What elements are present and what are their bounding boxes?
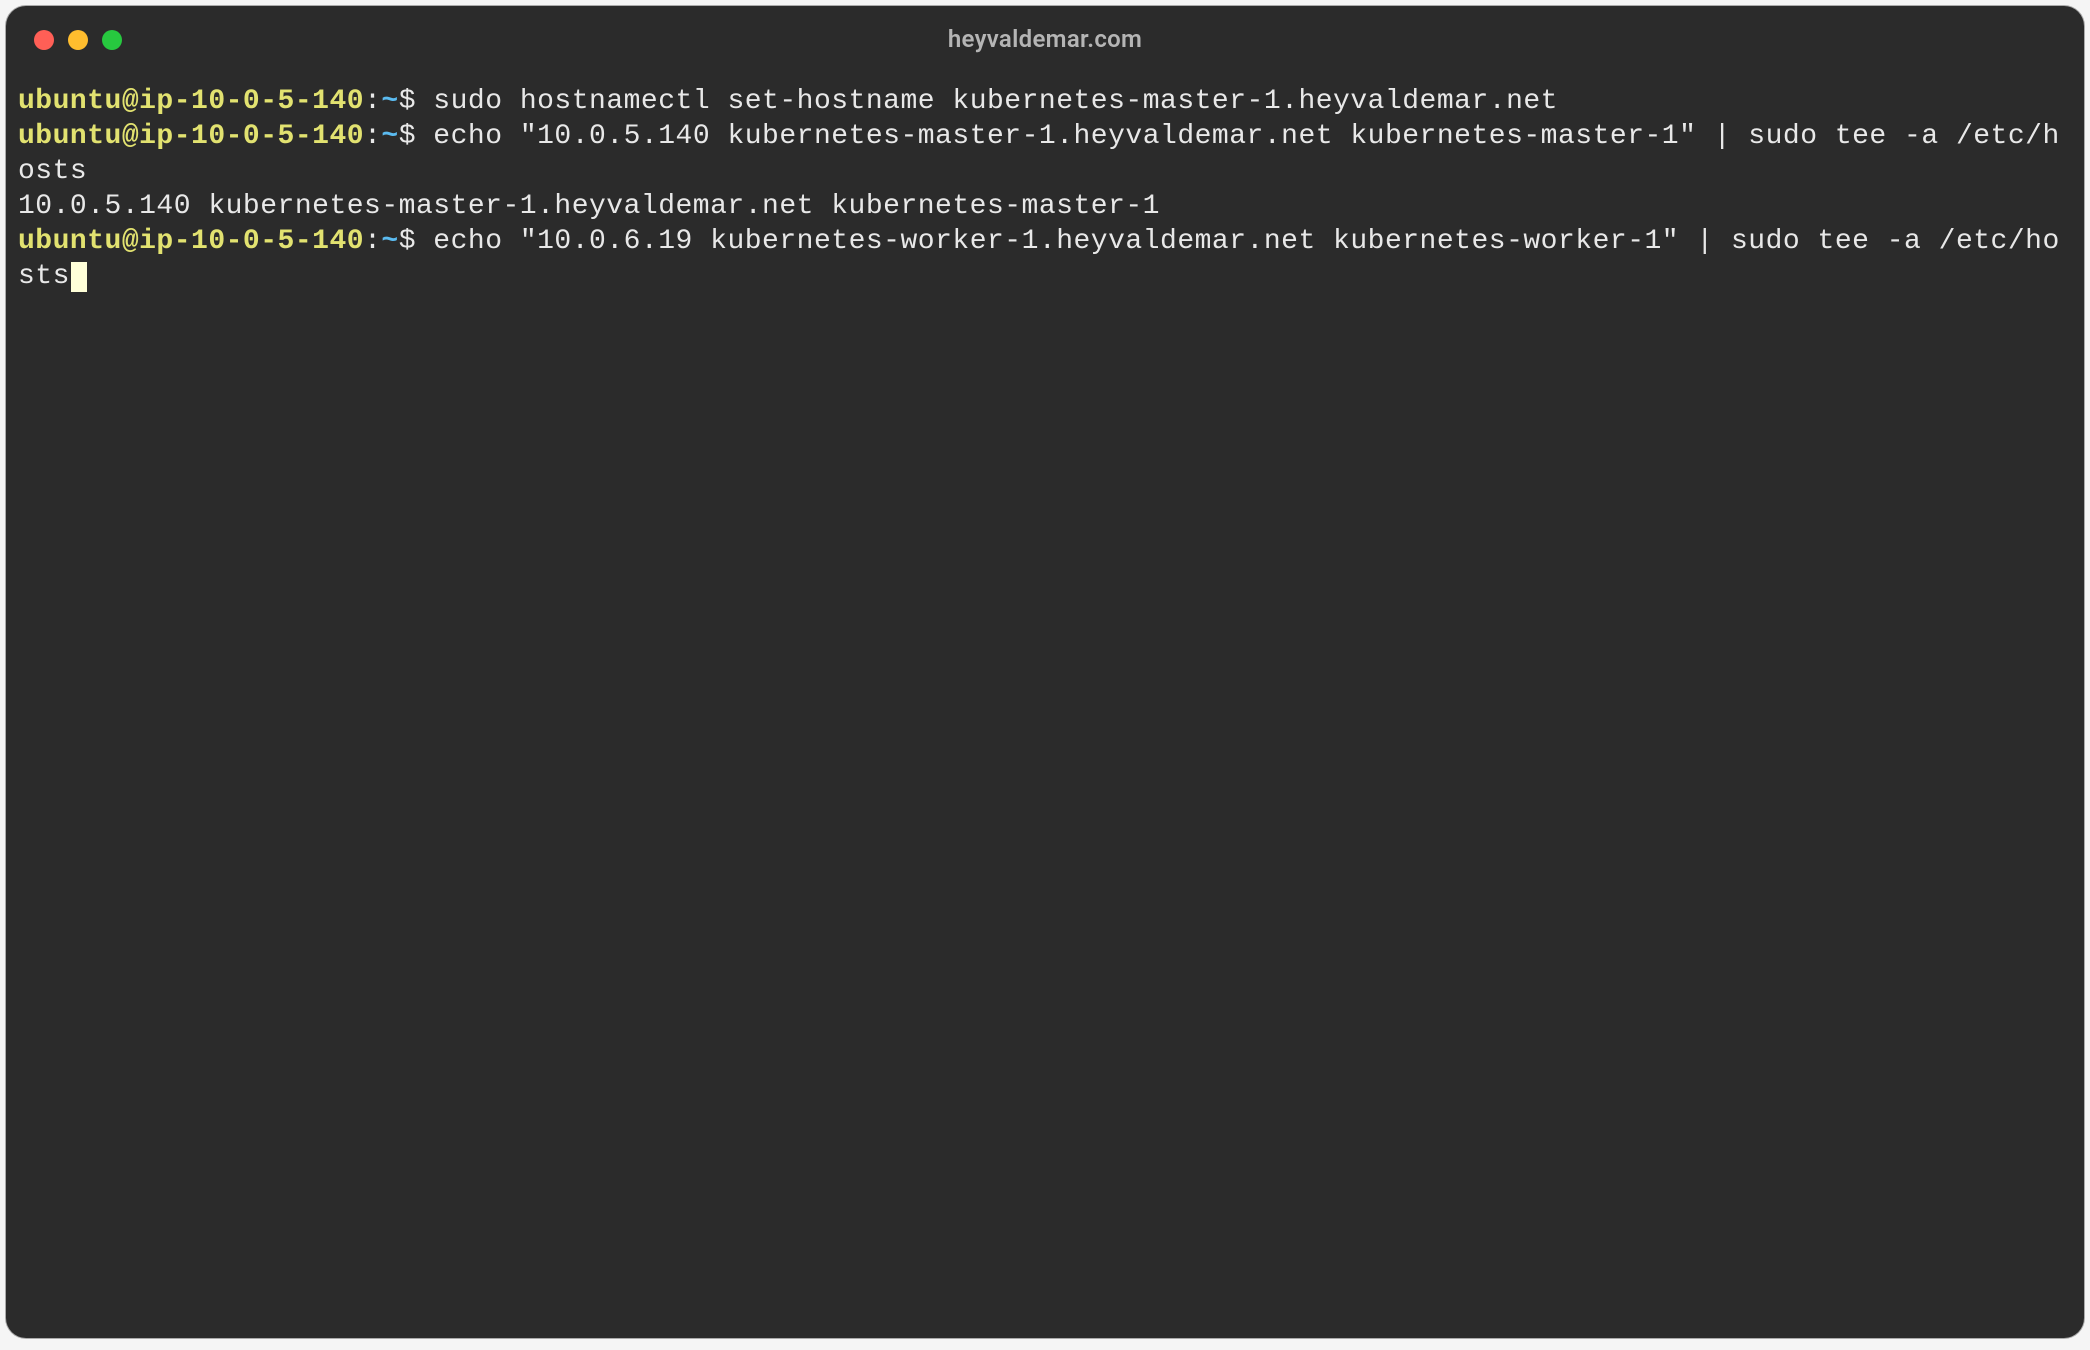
terminal-window: heyvaldemar.com ubuntu@ip-10-0-5-140:~$ … [6,6,2084,1338]
prompt-user-host: ubuntu@ip-10-0-5-140 [18,86,364,117]
titlebar: heyvaldemar.com [6,6,2084,72]
prompt-path: ~ [381,226,398,257]
prompt-sep: : [364,86,381,117]
prompt-sep: : [364,121,381,152]
prompt-symbol: $ [399,226,416,257]
terminal-body[interactable]: ubuntu@ip-10-0-5-140:~$ sudo hostnamectl… [6,72,2084,306]
output-line: 10.0.5.140 kubernetes-master-1.heyvaldem… [18,191,1160,222]
window-title: heyvaldemar.com [948,25,1142,53]
prompt-path: ~ [381,121,398,152]
maximize-icon[interactable] [102,30,122,50]
minimize-icon[interactable] [68,30,88,50]
cursor-icon [71,262,87,292]
prompt-sep: : [364,226,381,257]
traffic-lights [34,30,122,50]
prompt-path: ~ [381,86,398,117]
command-line: sudo hostnamectl set-hostname kubernetes… [416,86,1558,117]
prompt-user-host: ubuntu@ip-10-0-5-140 [18,226,364,257]
prompt-symbol: $ [399,121,416,152]
close-icon[interactable] [34,30,54,50]
prompt-symbol: $ [399,86,416,117]
prompt-user-host: ubuntu@ip-10-0-5-140 [18,121,364,152]
